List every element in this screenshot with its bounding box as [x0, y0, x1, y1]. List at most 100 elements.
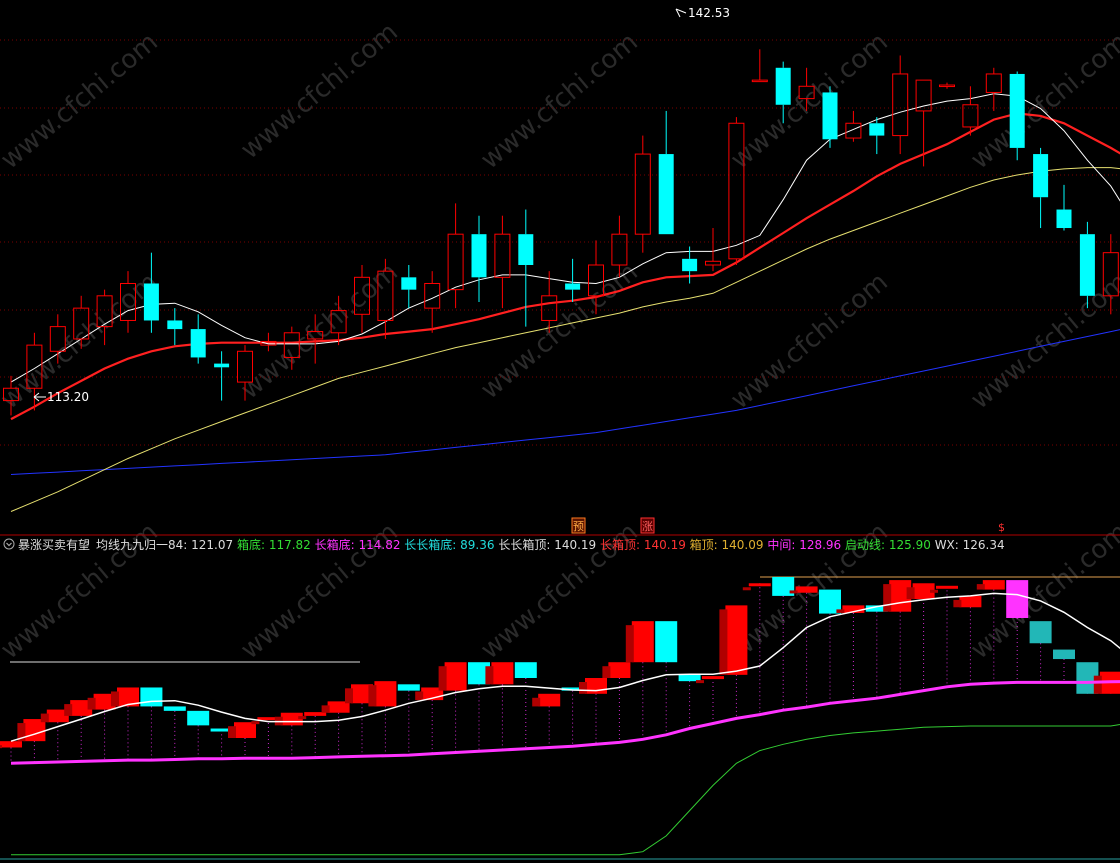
high-price-label: 142.53: [688, 6, 730, 20]
indicator-block: [23, 719, 46, 742]
indicator-block-shadow: [883, 584, 892, 612]
indicator-block: [187, 710, 210, 726]
candle-body-down: [869, 123, 885, 136]
header-item-label: WX:: [935, 538, 963, 552]
header-item-label: 长长箱底:: [404, 537, 460, 552]
indicator-block-shadow: [696, 680, 704, 684]
header-item-value: 121.07: [191, 538, 237, 552]
candle-body-down: [167, 320, 183, 330]
indicator-block-shadow: [64, 704, 73, 716]
indicator-block: [491, 662, 514, 685]
indicator-block: [748, 583, 771, 587]
indicator-block: [631, 621, 654, 663]
candle-body-down: [214, 363, 230, 368]
indicator-block: [585, 678, 607, 694]
low-price-label: 113.20: [47, 390, 89, 404]
candle-body-down: [1009, 73, 1025, 148]
indicator-block-shadow: [40, 713, 49, 723]
header-item-value: 117.82: [269, 538, 315, 552]
indicator-block: [234, 722, 256, 738]
indicator-block-shadow: [321, 705, 330, 713]
indicator-block: [702, 676, 724, 680]
indicator-block-shadow: [532, 697, 541, 707]
candle-body-down: [658, 154, 674, 235]
indicator-block: [538, 693, 561, 707]
header-item-label: 中间:: [767, 537, 799, 552]
indicator-block: [0, 741, 22, 748]
indicator-block-shadow: [953, 599, 962, 608]
indicator-block: [795, 586, 818, 593]
indicator-block-shadow: [976, 584, 985, 590]
indicator-header: 暴涨买卖有望 均线九九归一84: 121.07 箱底: 117.82 长箱底: …: [3, 537, 1005, 552]
header-item-label: 长箱顶:: [600, 537, 644, 552]
signal-label-pre: 预: [573, 520, 584, 533]
indicator-block-shadow: [438, 666, 447, 691]
indicator-block-shadow: [742, 587, 751, 591]
indicator-block-shadow: [87, 697, 96, 710]
candle-body-down: [682, 258, 698, 272]
header-item-value: 128.96: [799, 538, 845, 552]
candle-body-down: [518, 234, 534, 265]
indicator-block-shadow: [1093, 675, 1102, 694]
header-item-label: 均线九九归一84:: [96, 538, 191, 552]
signal-label-rise: 涨: [642, 520, 653, 533]
indicator-block: [1029, 621, 1052, 644]
indicator-block-shadow: [719, 609, 728, 675]
candle-body-down: [1033, 154, 1049, 198]
header-item-value: 125.90: [889, 538, 935, 552]
indicator-block: [936, 585, 958, 589]
candle-body-down: [143, 283, 159, 321]
header-item-label: 箱底:: [237, 537, 269, 552]
indicator-block: [163, 706, 186, 711]
indicator-block-shadow: [111, 691, 119, 707]
indicator-block: [982, 580, 1005, 590]
candle-body-down: [822, 92, 838, 140]
indicator-block-shadow: [836, 609, 845, 613]
indicator-block-shadow: [789, 590, 798, 594]
header-item-label: 长长箱顶:: [498, 537, 554, 552]
header-item-label: 箱顶:: [690, 537, 722, 552]
indicator-block-shadow: [415, 691, 424, 701]
indicator-values: 均线九九归一84: 121.07 箱底: 117.82 长箱底: 114.82 …: [96, 537, 1005, 552]
chart-background: [0, 0, 1120, 863]
indicator-block: [514, 662, 537, 678]
indicator-block: [444, 662, 467, 691]
indicator-block-shadow: [368, 685, 377, 707]
indicator-block: [1053, 649, 1075, 660]
stock-chart[interactable]: www.cfchi.com www.cfchi.com www.cfchi.co…: [0, 0, 1120, 863]
indicator-block-shadow: [602, 666, 611, 678]
indicator-block: [397, 684, 420, 691]
indicator-block: [725, 605, 748, 675]
signal-label-dollar: $: [998, 521, 1005, 534]
header-item-label: 长箱底:: [315, 537, 359, 552]
header-item-value: 89.36: [460, 538, 498, 552]
indicator-block-shadow: [930, 589, 938, 593]
indicator-block: [140, 687, 163, 707]
candle-body-down: [565, 283, 581, 290]
header-item-value: 114.82: [358, 538, 404, 552]
indicator-block: [374, 681, 397, 707]
candle-body-down: [190, 329, 206, 358]
indicator-block-shadow: [625, 625, 634, 663]
indicator-block-shadow: [298, 716, 307, 720]
header-item-value: 140.09: [722, 538, 768, 552]
indicator-block: [608, 662, 631, 678]
indicator-block: [1006, 580, 1029, 618]
candle-body-down: [401, 277, 417, 290]
header-item-label: 启动线:: [845, 538, 889, 552]
header-item-value: 140.19: [644, 538, 690, 552]
header-item-value: 126.34: [963, 538, 1005, 552]
indicator-block-shadow: [0, 745, 2, 749]
header-item-value: 140.19: [554, 538, 600, 552]
candle-body-down: [471, 234, 487, 278]
indicator-name[interactable]: 暴涨买卖有望: [18, 537, 90, 552]
indicator-block-shadow: [345, 688, 353, 704]
indicator-block-shadow: [485, 666, 494, 685]
indicator-block-shadow: [251, 721, 260, 725]
indicator-block: [655, 621, 678, 663]
candle-body-down: [1079, 234, 1095, 296]
candle-body-down: [775, 67, 791, 105]
indicator-block-shadow: [228, 726, 236, 738]
indicator-block-shadow: [579, 682, 587, 694]
candle-body-down: [1056, 209, 1072, 229]
